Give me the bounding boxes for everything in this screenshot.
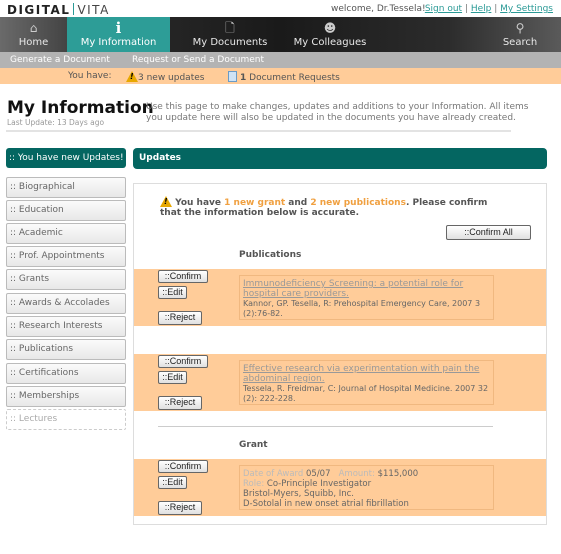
confirm-button[interactable]: ::Confirm (158, 355, 208, 368)
logo-vita: VITA (77, 3, 110, 17)
header-divider (6, 130, 511, 132)
sub-nav: Generate a Document Request or Send a Do… (0, 52, 561, 68)
publication-title-link[interactable]: Effective research via experimentation w… (243, 364, 490, 384)
nav-my-information-label: My Information (80, 37, 157, 48)
grant-amount-label: Amount: (338, 469, 375, 479)
updates-notice: You have 1 new grant and 2 new publicati… (160, 196, 500, 218)
nav-search[interactable]: ⚲ Search (495, 17, 545, 52)
document-requests-link[interactable]: 1 Document Requests (228, 71, 340, 83)
sidebar-item-grants[interactable]: :: Grants (6, 269, 126, 290)
confirm-button[interactable]: ::Confirm (158, 460, 208, 473)
alert-bar: You have: 3 new updates 1 Document Reque… (0, 68, 561, 84)
notice-new-publications: 2 new publications (310, 198, 406, 208)
logo[interactable]: DIGITAL VITA (7, 3, 110, 17)
grant-date-label: Date of Award (243, 469, 304, 479)
publication-item: Effective research via experimentation w… (239, 360, 494, 405)
reject-button[interactable]: ::Reject (158, 311, 202, 325)
publication-citation: Tessela, R. Freidmar, C: Journal of Hosp… (243, 384, 489, 403)
publication-item: Immunodeficiency Screening: a potential … (239, 275, 494, 320)
nav-home[interactable]: ⌂ Home (0, 17, 67, 52)
sidebar-item-biographical-information[interactable]: :: Biographical Information (6, 177, 126, 211)
grant-role-label: Role: (243, 479, 265, 489)
new-updates-link[interactable]: 3 new updates (126, 71, 204, 83)
document-icon: 🗋 (225, 21, 235, 35)
edit-button[interactable]: ::Edit (158, 371, 187, 384)
grant-sponsor: Bristol-Myers, Squibb, Inc. (243, 489, 355, 499)
updates-header: Updates (133, 148, 547, 169)
grant-amount: $115,000 (377, 469, 419, 479)
edit-button[interactable]: ::Edit (158, 476, 187, 489)
sidebar-item-certifications[interactable]: :: Certifications (6, 363, 126, 384)
nav-my-colleagues[interactable]: ☻ My Colleagues (290, 17, 370, 52)
grant-project: D-Sotolal in new onset atrial fibrillati… (243, 499, 409, 509)
confirm-button[interactable]: ::Confirm (158, 270, 208, 283)
sidebar-item-research-interests[interactable]: :: Research Interests (6, 316, 126, 337)
help-link[interactable]: Help (471, 4, 492, 14)
publication-title-link[interactable]: Immunodeficiency Screening: a potential … (243, 279, 490, 299)
nav-home-label: Home (18, 37, 49, 48)
notice-text-pre: You have (175, 198, 225, 208)
main-nav: ⌂ Home i My Information 🗋 My Documents ☻… (0, 17, 561, 52)
page-title: My Information (7, 98, 154, 118)
warning-icon (126, 71, 138, 82)
sidebar-item-prof-appointments[interactable]: :: Prof. Appointments (6, 246, 126, 267)
new-updates-label: 3 new updates (138, 73, 205, 83)
sidebar-item-publications[interactable]: :: Publications (6, 339, 126, 360)
info-icon: i (115, 19, 122, 37)
notice-text-mid: and (285, 198, 311, 208)
sign-out-link[interactable]: Sign out (425, 4, 462, 14)
grant-role: Co-Principle Investigator (266, 479, 372, 489)
nav-my-documents-label: My Documents (192, 37, 268, 48)
nav-search-label: Search (502, 37, 538, 48)
edit-button[interactable]: ::Edit (158, 286, 187, 299)
document-requests-label: Document Requests (249, 73, 340, 83)
document-icon (228, 71, 237, 82)
nav-my-documents[interactable]: 🗋 My Documents (185, 17, 275, 52)
top-bar: DIGITAL VITA welcome, Dr.Tessela! Sign ou… (0, 0, 561, 17)
sidebar-new-updates[interactable]: :: You have new Updates! (6, 148, 126, 168)
grant-item: Date of Award 05/07 Amount: $115,000 Rol… (239, 465, 494, 510)
my-settings-link[interactable]: My Settings (500, 4, 553, 14)
grant-label: Grant (239, 440, 268, 450)
request-send-document-link[interactable]: Request or Send a Document (132, 55, 264, 65)
last-update: Last Update: 13 Days ago (7, 118, 105, 127)
publication-row: ::Confirm ::Edit ::Reject Effective rese… (134, 354, 546, 411)
grant-date: 05/07 (306, 469, 331, 479)
people-icon: ☻ (323, 21, 337, 35)
notice-new-grant: 1 new grant (224, 198, 286, 208)
home-icon: ⌂ (29, 21, 38, 35)
publication-row: ::Confirm ::Edit ::Reject Immunodeficien… (134, 269, 546, 326)
nav-my-information[interactable]: i My Information (67, 17, 170, 52)
alert-prefix: You have: (68, 71, 112, 81)
grant-row: ::Confirm ::Edit ::Reject Date of Award … (134, 459, 546, 516)
sidebar-item-academic-appointments[interactable]: :: Academic Appointments (6, 223, 126, 257)
welcome-text: welcome, Dr.Tessela! (331, 4, 426, 14)
section-divider (158, 426, 493, 427)
updates-panel: You have 1 new grant and 2 new publicati… (133, 183, 547, 525)
sidebar-item-memberships[interactable]: :: Memberships (6, 386, 126, 407)
reject-button[interactable]: ::Reject (158, 396, 202, 410)
publications-label: Publications (239, 250, 302, 260)
document-requests-count: 1 (240, 73, 247, 83)
warning-icon (160, 196, 172, 207)
sidebar-item-awards-accolades[interactable]: :: Awards & Accolades (6, 293, 126, 314)
logo-digital: DIGITAL (7, 3, 71, 17)
confirm-all-button[interactable]: ::Confirm All (446, 225, 531, 240)
sidebar-item-education[interactable]: :: Education (6, 200, 126, 221)
search-icon: ⚲ (515, 21, 525, 35)
top-links: Sign out | Help | My Settings (424, 4, 553, 14)
sidebar-item-lectures: :: Lectures (6, 409, 126, 430)
reject-button[interactable]: ::Reject (158, 501, 202, 515)
page-description: Use this page to make changes, updates a… (146, 102, 529, 123)
publication-citation: Kannor, GP. Tesella, R: Prehospital Emer… (243, 299, 481, 318)
generate-document-link[interactable]: Generate a Document (10, 55, 110, 65)
nav-my-colleagues-label: My Colleagues (293, 37, 367, 48)
logo-separator (73, 3, 75, 15)
